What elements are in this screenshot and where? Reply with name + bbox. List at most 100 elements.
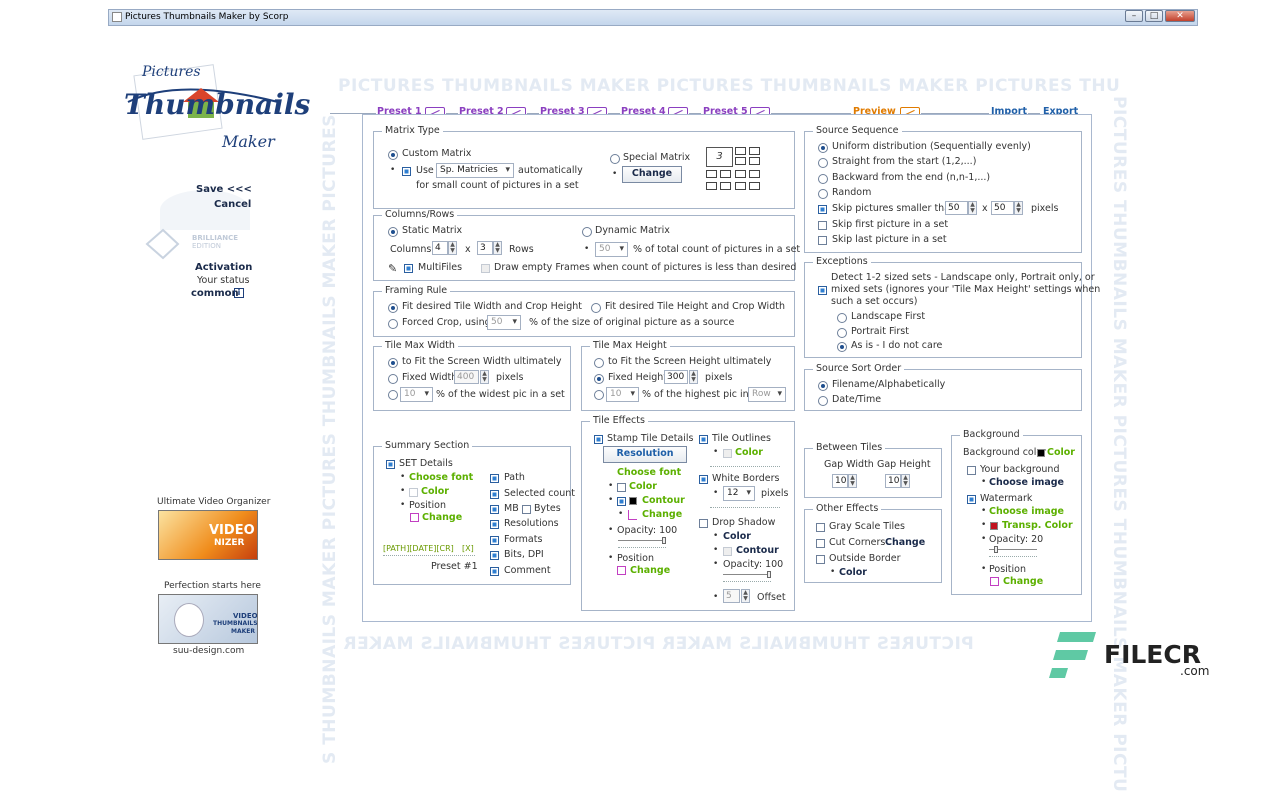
tile-opacity-slider[interactable]	[618, 540, 666, 541]
wm-opacity-knob[interactable]	[994, 546, 998, 553]
skip-width-input[interactable]: 50	[945, 201, 968, 215]
cut-corners-checkbox[interactable]	[816, 539, 825, 548]
formats-checkbox[interactable]	[490, 536, 499, 545]
crop-percent-select[interactable]: 50	[487, 315, 521, 330]
tile-color-checkbox[interactable]	[617, 483, 626, 492]
exceptions-checkbox[interactable]	[818, 286, 827, 295]
white-borders-checkbox[interactable]	[699, 475, 708, 484]
ds-opacity-slider[interactable]	[723, 574, 771, 575]
sp-matricies-select[interactable]: Sp. Matricies	[436, 163, 514, 178]
bg-choose-image[interactable]: Choose image	[989, 477, 1064, 488]
custom-matrix-radio[interactable]	[388, 150, 398, 160]
transp-color-swatch[interactable]	[990, 522, 998, 530]
outside-border-color[interactable]: Color	[839, 567, 867, 578]
close-button[interactable]: ✕	[1165, 10, 1195, 22]
tile-outlines-checkbox[interactable]	[699, 435, 708, 444]
skip-small-checkbox[interactable]	[818, 205, 827, 214]
watermark-checkbox[interactable]	[967, 495, 976, 504]
datetime-radio[interactable]	[818, 396, 828, 406]
special-matrix-radio[interactable]	[610, 154, 620, 164]
uniform-radio[interactable]	[818, 143, 828, 153]
fixed-height-input[interactable]: 300	[664, 370, 688, 384]
bg-color-link[interactable]: Color	[1047, 447, 1075, 458]
fit-width-radio[interactable]	[388, 303, 398, 313]
dynamic-matrix-radio[interactable]	[582, 227, 592, 237]
skip-width-spinner[interactable]: ▲ ▼	[968, 201, 977, 215]
outline-color-checkbox[interactable]	[723, 449, 732, 458]
skip-first-checkbox[interactable]	[818, 221, 827, 230]
bg-color-swatch[interactable]	[1037, 449, 1045, 457]
info-icon[interactable]: i	[234, 288, 244, 298]
cancel-button[interactable]: Cancel	[214, 199, 251, 210]
save-button[interactable]: Save <<<	[196, 184, 252, 195]
color-checkbox[interactable]	[409, 488, 418, 497]
widest-pct-radio[interactable]	[388, 390, 398, 400]
skip-height-input[interactable]: 50	[991, 201, 1014, 215]
random-radio[interactable]	[818, 189, 828, 199]
skip-height-spinner[interactable]: ▲ ▼	[1014, 201, 1023, 215]
row-select[interactable]: Row	[748, 387, 786, 402]
white-borders-select[interactable]: 12	[723, 486, 755, 501]
drop-shadow-checkbox[interactable]	[699, 519, 708, 528]
gap-height-input[interactable]: 10	[885, 474, 901, 488]
gap-width-input[interactable]: 10	[832, 474, 848, 488]
fit-screen-height-radio[interactable]	[594, 358, 604, 368]
fixed-width-radio[interactable]	[388, 374, 398, 384]
position-change-link[interactable]: Change	[422, 512, 462, 523]
set-details-checkbox[interactable]	[386, 460, 395, 469]
fixed-height-radio[interactable]	[594, 374, 604, 384]
outside-border-checkbox[interactable]	[816, 555, 825, 564]
tile-color-link[interactable]: Color	[629, 481, 657, 492]
fit-screen-width-radio[interactable]	[388, 358, 398, 368]
tile-opacity-knob[interactable]	[662, 537, 666, 544]
drop-shadow-color[interactable]: Color	[723, 531, 751, 542]
path-checkbox[interactable]	[490, 474, 499, 483]
as-is-radio[interactable]	[837, 342, 847, 352]
promo1-image[interactable]: VIDEO NIZER	[158, 510, 258, 560]
contour-checkbox[interactable]	[617, 497, 626, 506]
color-link[interactable]: Color	[421, 486, 449, 497]
comment-checkbox[interactable]	[490, 567, 499, 576]
contour-swatch[interactable]	[629, 497, 637, 505]
columns-spinner[interactable]: ▲ ▼	[448, 241, 457, 255]
outline-color-link[interactable]: Color	[735, 447, 763, 458]
use-sp-checkbox[interactable]	[402, 167, 411, 176]
your-bg-checkbox[interactable]	[967, 466, 976, 475]
promo2-image[interactable]: VIDEO THUMBNAILS MAKER	[158, 594, 258, 644]
highest-pct-select[interactable]: 10	[606, 387, 639, 402]
tile-position-change-link[interactable]: Change	[630, 565, 670, 576]
wm-choose-image[interactable]: Choose image	[989, 506, 1064, 517]
dynamic-percent-select[interactable]: 50	[595, 242, 628, 257]
drop-shadow-contour[interactable]: Contour	[736, 545, 779, 556]
selected-checkbox[interactable]	[490, 490, 499, 499]
tile-choose-font-link[interactable]: Choose font	[617, 467, 681, 478]
ds-contour-checkbox[interactable]	[723, 547, 732, 556]
activation-link[interactable]: Activation	[195, 262, 252, 273]
contour-link[interactable]: Contour	[642, 495, 685, 506]
gap-height-spinner[interactable]: ▲ ▼	[901, 474, 910, 488]
forced-crop-radio[interactable]	[388, 319, 398, 329]
stamp-details-checkbox[interactable]	[594, 435, 603, 444]
filename-radio[interactable]	[818, 381, 828, 391]
maximize-button[interactable]: □	[1145, 10, 1163, 22]
offset-input[interactable]: 5	[723, 589, 740, 603]
widest-pct-select[interactable]: 10	[400, 387, 433, 402]
fixed-width-input[interactable]: 400	[454, 370, 479, 384]
bits-checkbox[interactable]	[490, 551, 499, 560]
fixed-width-spinner[interactable]: ▲ ▼	[480, 370, 489, 384]
multifiles-checkbox[interactable]	[404, 264, 413, 273]
minimize-button[interactable]: –	[1125, 10, 1143, 22]
bytes-checkbox[interactable]	[522, 505, 531, 514]
choose-font-link[interactable]: Choose font	[409, 472, 473, 483]
site-link[interactable]: suu-design.com	[173, 646, 244, 656]
straight-radio[interactable]	[818, 158, 828, 168]
columns-input[interactable]: 4	[432, 241, 448, 255]
resolutions-checkbox[interactable]	[490, 520, 499, 529]
wm-position-change[interactable]: Change	[1003, 576, 1043, 587]
rows-spinner[interactable]: ▲ ▼	[493, 241, 502, 255]
transp-color-link[interactable]: Transp. Color	[1002, 520, 1073, 531]
rows-input[interactable]: 3	[477, 241, 493, 255]
mb-checkbox[interactable]	[490, 505, 499, 514]
offset-spinner[interactable]: ▲ ▼	[741, 589, 750, 603]
ds-opacity-knob[interactable]	[767, 571, 771, 578]
